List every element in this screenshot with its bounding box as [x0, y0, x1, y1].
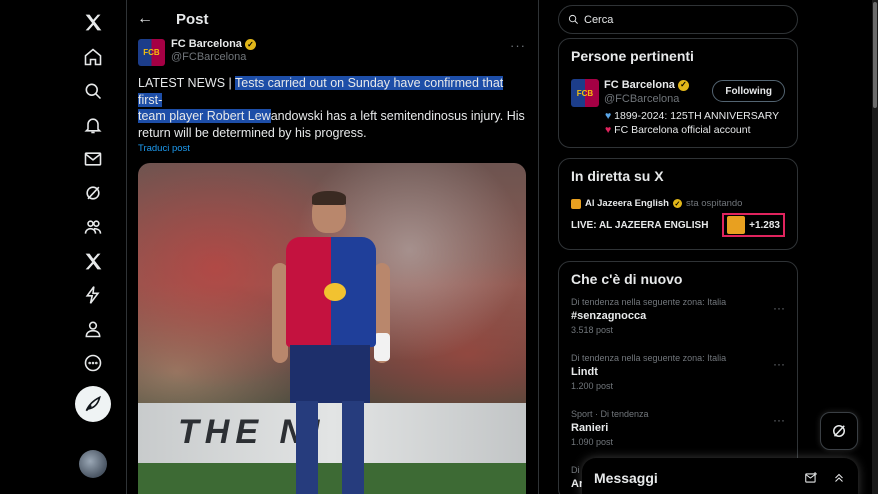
player-figure	[272, 191, 390, 494]
author-name[interactable]: FC Barcelona	[171, 38, 242, 51]
grok-icon	[833, 425, 845, 437]
search-input[interactable]	[584, 13, 774, 26]
trend-item[interactable]: Sport · Di tendenza Ranieri 1.090 post ·…	[559, 399, 797, 455]
author-name-row[interactable]: FC Barcelona ✓	[171, 38, 256, 51]
verified-gold-badge-icon: ✓	[244, 39, 256, 50]
listener-avatar	[727, 216, 746, 234]
player-leg-left	[296, 401, 318, 494]
player-hair	[312, 191, 346, 205]
tweet-text: LATEST NEWS | Tests carried out on Sunda…	[138, 75, 530, 141]
messages-title: Messaggi	[594, 470, 658, 486]
live-on-x-card: In diretta su X Al Jazeera English ✓ sta…	[558, 158, 798, 250]
host-name[interactable]: Al Jazeera English	[585, 198, 669, 209]
more-options-icon[interactable]: ···	[510, 38, 526, 53]
messages-actions	[804, 471, 846, 485]
listener-count-badge[interactable]: +1.283	[722, 213, 785, 237]
expand-chevron-icon[interactable]	[832, 471, 846, 485]
person-handle[interactable]: @FCBarcelona	[604, 92, 689, 106]
bio-line-1-text: 1899-2024: 125TH ANNIVERSARY	[614, 110, 780, 122]
player-shorts	[290, 345, 370, 403]
messages-envelope-icon[interactable]	[72, 142, 114, 176]
notifications-bell-icon[interactable]	[72, 108, 114, 142]
person-avatar[interactable]: FCB	[571, 79, 599, 107]
trend-name[interactable]: Ranieri	[571, 422, 785, 434]
live-title: In diretta su X	[571, 168, 664, 184]
bio-line-2: ♥ FC Barcelona official account	[605, 123, 797, 137]
listener-count: +1.283	[749, 219, 780, 231]
red-heart-icon: ♥	[605, 124, 612, 136]
grok-floating-button[interactable]	[820, 412, 858, 450]
back-arrow-icon[interactable]: ←	[137, 10, 157, 28]
feather-icon	[85, 395, 101, 412]
communities-icon[interactable]	[72, 210, 114, 244]
relevant-people-card: Persone pertinenti FCB FC Barcelona ✓ @F…	[558, 38, 798, 148]
lightning-icon[interactable]	[72, 278, 114, 312]
trend-item[interactable]: Di tendenza nella seguente zona: Italia …	[559, 343, 797, 399]
account-avatar[interactable]	[79, 450, 107, 478]
more-circle-icon[interactable]	[72, 346, 114, 380]
sponsor-logo-icon	[324, 283, 346, 301]
person-bio: ♥ 1899-2024: 125TH ANNIVERSARY ♥ FC Barc…	[559, 109, 797, 137]
trend-count: 3.518 post	[571, 325, 614, 335]
wrist-tape	[374, 333, 390, 361]
person-name-row[interactable]: FC Barcelona ✓	[604, 78, 689, 92]
host-avatar	[571, 198, 581, 209]
messages-drawer[interactable]: Messaggi	[582, 458, 858, 494]
live-host-row[interactable]: Al Jazeera English ✓ sta ospitando	[559, 184, 797, 209]
person-row[interactable]: FCB FC Barcelona ✓ @FCBarcelona Followin…	[559, 64, 797, 107]
column-divider-right	[538, 0, 539, 494]
left-nav	[60, 0, 126, 494]
trend-meta: Di tendenza nella seguente zona: Italia	[571, 297, 727, 307]
post-header: ← Post	[127, 0, 538, 38]
page-title: Post	[176, 10, 209, 28]
compose-post-button[interactable]	[75, 386, 111, 422]
trend-count: 1.200 post	[571, 381, 614, 391]
search-icon	[568, 14, 578, 24]
author-avatar[interactable]: FCB	[138, 39, 165, 66]
tweet-author-row: FCB FC Barcelona ✓ @FCBarcelona ···	[138, 38, 530, 70]
trend-meta: Di tendenza nella seguente zona: Italia	[571, 353, 727, 363]
person-names: FC Barcelona ✓ @FCBarcelona	[604, 78, 689, 106]
relevant-people-title: Persone pertinenti	[571, 48, 694, 64]
host-status: sta ospitando	[685, 198, 743, 209]
home-icon[interactable]	[72, 40, 114, 74]
blue-heart-icon: ♥	[605, 110, 612, 122]
premium-x-icon[interactable]	[72, 244, 114, 278]
translate-post-link[interactable]: Traduci post	[138, 143, 530, 154]
trend-more-icon[interactable]: ···	[773, 301, 785, 315]
stream-name[interactable]: LIVE: AL JAZEERA ENGLISH	[571, 220, 708, 231]
tweet: FCB FC Barcelona ✓ @FCBarcelona ··· LATE…	[138, 38, 530, 494]
trend-item[interactable]: Di tendenza nella seguente zona: Italia …	[559, 287, 797, 343]
trend-meta: Sport · Di tendenza	[571, 409, 649, 419]
trend-name[interactable]: #senzagnocca	[571, 310, 785, 322]
trend-more-icon[interactable]: ···	[773, 413, 785, 427]
trend-name[interactable]: Lindt	[571, 366, 785, 378]
live-stream-row[interactable]: LIVE: AL JAZEERA ENGLISH +1.283	[559, 209, 797, 237]
search-icon[interactable]	[72, 74, 114, 108]
tweet-text-selected-2: team player Robert Lew	[138, 109, 271, 123]
verified-gold-badge-icon: ✓	[672, 199, 682, 208]
player-leg-right	[342, 401, 364, 494]
tweet-photo[interactable]: THE NI	[138, 163, 526, 494]
grok-icon[interactable]	[72, 176, 114, 210]
trend-count: 1.090 post	[571, 437, 614, 447]
author-names: FC Barcelona ✓ @FCBarcelona	[171, 38, 256, 64]
profile-icon[interactable]	[72, 312, 114, 346]
trends-title: Che c'è di nuovo	[571, 271, 683, 287]
app-root: ← Post FCB FC Barcelona ✓ @FCBarcelona ·…	[0, 0, 878, 494]
bio-line-2-text: FC Barcelona official account	[614, 124, 751, 136]
search-box[interactable]	[558, 5, 798, 34]
trend-more-icon[interactable]: ···	[773, 357, 785, 371]
author-handle[interactable]: @FCBarcelona	[171, 51, 256, 64]
scrollbar-thumb[interactable]	[873, 2, 877, 108]
new-message-icon[interactable]	[804, 471, 818, 485]
column-divider-left	[126, 0, 127, 494]
tweet-text-start: LATEST NEWS |	[138, 76, 236, 90]
following-button[interactable]: Following	[712, 80, 785, 102]
verified-gold-badge-icon: ✓	[677, 79, 689, 91]
page-scrollbar[interactable]	[872, 0, 878, 494]
person-name[interactable]: FC Barcelona	[604, 78, 675, 92]
bio-line-1: ♥ 1899-2024: 125TH ANNIVERSARY	[605, 109, 797, 123]
x-logo-icon[interactable]	[72, 4, 114, 40]
